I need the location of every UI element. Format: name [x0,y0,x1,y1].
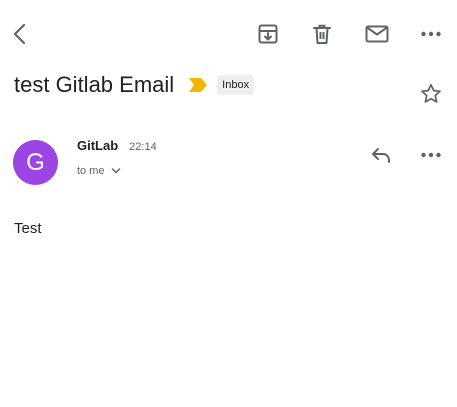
back-button[interactable] [2,16,38,52]
inbox-label-chip[interactable]: Inbox [217,75,255,95]
email-view-screen: test Gitlab Email Inbox G GitLab 22:14 t… [0,0,457,407]
star-button[interactable] [413,76,449,112]
sender-name: GitLab [77,138,119,153]
more-options-button[interactable] [413,16,449,52]
subject-row: test Gitlab Email Inbox [14,72,255,98]
mail-icon [364,22,390,46]
message-more-options-button[interactable] [413,137,449,173]
star-outline-icon [419,82,443,106]
email-subject: test Gitlab Email [14,72,175,97]
more-horizontal-icon [419,143,443,167]
message-body: Test [14,220,42,237]
mark-unread-button[interactable] [359,16,395,52]
sent-time: 22:14 [129,141,157,153]
trash-icon [310,22,334,46]
archive-icon [256,22,280,46]
sender-row: GitLab 22:14 [77,138,157,153]
more-horizontal-icon [419,22,443,46]
sender-avatar[interactable]: G [13,140,58,185]
delete-button[interactable] [304,16,340,52]
recipient-text: to me [77,165,105,177]
recipient-details-toggle[interactable]: to me [77,165,121,177]
reply-icon [369,143,393,167]
chevron-down-icon [111,167,121,175]
archive-button[interactable] [250,16,286,52]
importance-marker-icon[interactable] [188,77,208,93]
arrow-back-icon [8,22,32,46]
reply-button[interactable] [363,137,399,173]
